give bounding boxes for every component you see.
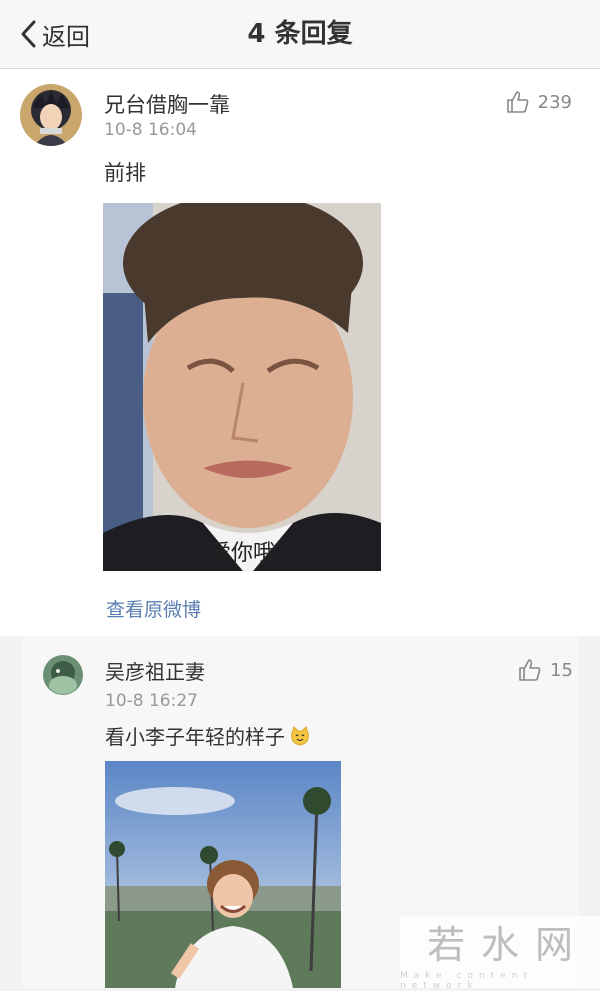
like-count: 15 [550, 659, 573, 681]
image-caption: 爱你哦 [208, 541, 275, 566]
comment-text: 前排 [104, 161, 146, 185]
back-label: 返回 [42, 22, 90, 51]
like-button[interactable]: 15 [518, 658, 573, 682]
page-title: 4 条回复 [247, 19, 353, 49]
reply-text-row: 看小李子年轻的样子 [105, 721, 311, 750]
comment-timestamp: 10-8 16:04 [104, 120, 197, 140]
avatar-image [43, 655, 83, 695]
comment-item: 兄台借胸一靠 10-8 16:04 239 前排 爱你哦 查看原微博 [0, 69, 600, 636]
meme-photo [103, 203, 381, 571]
like-count: 239 [537, 91, 572, 113]
comment-username[interactable]: 兄台借胸一靠 [104, 89, 230, 119]
thumbs-up-icon [519, 659, 541, 681]
comment-image[interactable]: 爱你哦 [103, 203, 381, 571]
young-actor-photo [105, 761, 341, 988]
watermark: 若水网 Make content network [400, 916, 600, 991]
view-original-link[interactable]: 查看原微博 [106, 595, 201, 622]
avatar[interactable] [20, 84, 82, 146]
avatar[interactable] [43, 655, 83, 695]
like-button[interactable]: 239 [506, 90, 572, 114]
smiley-cat-emoji [291, 725, 309, 746]
avatar-image [20, 84, 82, 146]
watermark-title: 若水网 [426, 922, 589, 967]
reply-username[interactable]: 吴彦祖正妻 [105, 656, 205, 685]
thumbs-up-icon [506, 91, 529, 113]
reply-timestamp: 10-8 16:27 [105, 691, 198, 711]
top-nav-bar: 返回 4 条回复 [0, 0, 600, 69]
reply-image[interactable] [105, 761, 341, 988]
back-button[interactable]: 返回 [18, 14, 90, 54]
reply-text: 看小李子年轻的样子 [105, 725, 285, 749]
chevron-left-icon [21, 20, 36, 48]
